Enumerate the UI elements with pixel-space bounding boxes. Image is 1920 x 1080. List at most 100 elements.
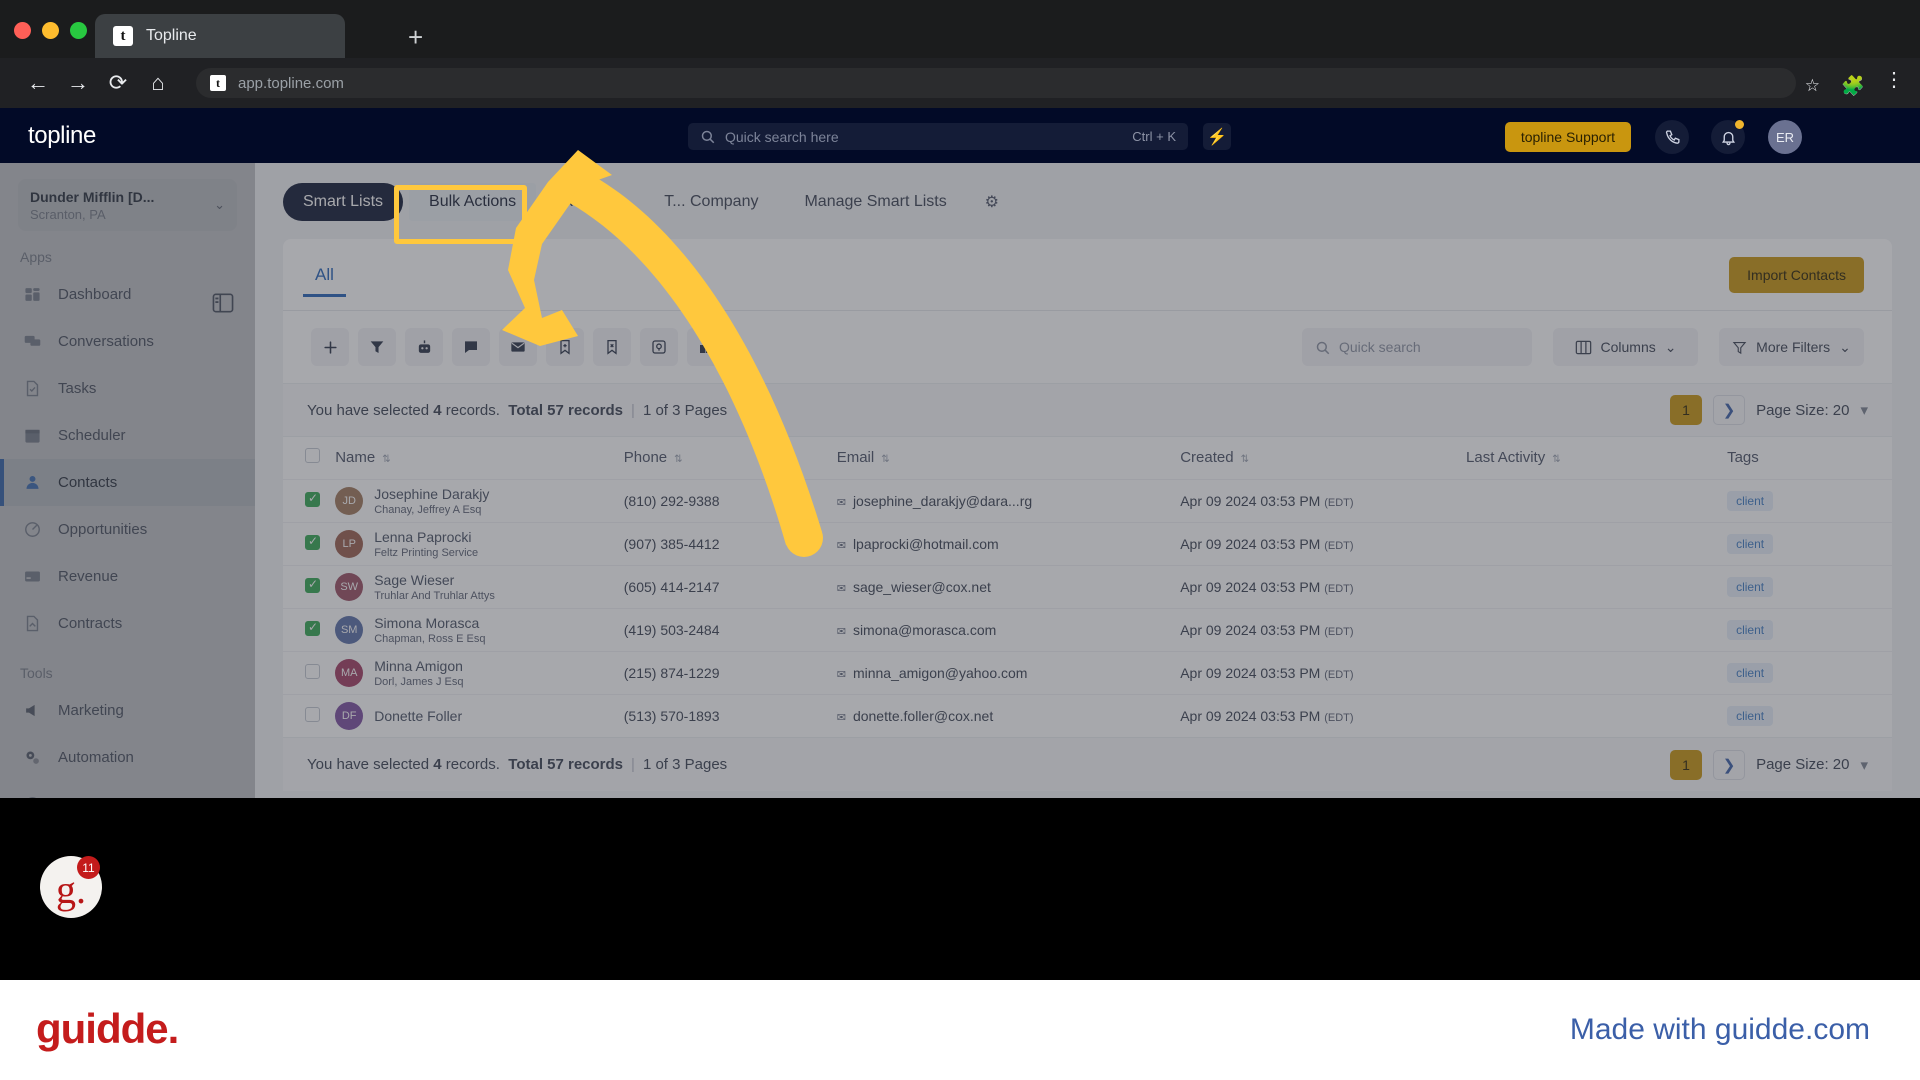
next-page-button[interactable]: ❯ xyxy=(1713,749,1746,780)
row-checkbox[interactable] xyxy=(305,706,320,722)
dashboard-icon xyxy=(22,285,42,305)
table-row[interactable]: SM Simona MorascaChapman, Ross E Esq (419)… xyxy=(283,607,1892,651)
row-checkbox[interactable] xyxy=(305,577,320,593)
column-header-email[interactable]: Email ⇅ xyxy=(837,437,1181,479)
table-row[interactable]: LP Lenna PaprockiFeltz Printing Service (9… xyxy=(283,521,1892,565)
row-checkbox[interactable] xyxy=(305,620,320,636)
row-select-cell[interactable] xyxy=(283,564,336,608)
row-checkbox[interactable] xyxy=(305,491,320,507)
app-logo[interactable]: topline xyxy=(28,122,96,150)
sidebar-item-scheduler[interactable]: Scheduler xyxy=(0,412,255,459)
sidebar-item-automation[interactable]: Automation xyxy=(0,734,255,781)
more-filters-button[interactable]: More Filters ⌄ xyxy=(1719,328,1864,366)
export-icon[interactable] xyxy=(640,328,678,366)
bot-icon[interactable] xyxy=(405,328,443,366)
add-icon[interactable] xyxy=(311,328,349,366)
tab-bulk-actions[interactable]: Bulk Actions xyxy=(409,183,537,221)
select-all-checkbox[interactable] xyxy=(305,448,320,464)
row-name-cell[interactable]: MA Minna Amigon Dorl, James J Esq xyxy=(335,650,624,694)
window-controls[interactable] xyxy=(14,22,87,39)
add-tag-icon[interactable] xyxy=(546,328,584,366)
collapse-sidebar-icon[interactable] xyxy=(212,293,234,313)
page-size-label[interactable]: Page Size: 20 xyxy=(1756,402,1849,419)
table-row[interactable]: DF Donette Foller (513) 570-1893 ✉ donette.f… xyxy=(283,693,1892,737)
import-contacts-button[interactable]: Import Contacts xyxy=(1729,256,1864,293)
forward-icon[interactable]: → xyxy=(58,70,98,96)
organization-switcher[interactable]: Dunder Mifflin [D... Scranton, PA ⌄ xyxy=(18,179,237,231)
sidebar-item-revenue[interactable]: Revenue xyxy=(0,553,255,600)
row-select-cell[interactable] xyxy=(283,693,336,737)
sort-icon[interactable]: ⇅ xyxy=(1241,455,1249,465)
sort-icon[interactable]: ⇅ xyxy=(674,455,682,465)
quick-actions-bolt-icon[interactable]: ⚡ xyxy=(1203,123,1231,150)
row-select-cell[interactable] xyxy=(283,650,336,694)
column-header-name[interactable]: Name ⇅ xyxy=(335,437,624,479)
page-1-button[interactable]: 1 xyxy=(1670,395,1703,425)
contact-company: Chanay, Jeffrey A Esq xyxy=(374,503,482,516)
column-header-tags[interactable]: Tags xyxy=(1727,437,1892,479)
back-icon[interactable]: ← xyxy=(18,70,58,96)
minimize-window-button[interactable] xyxy=(42,22,59,39)
tab-manage-smart-lists[interactable]: Manage Smart Lists xyxy=(784,183,966,221)
select-all-header[interactable] xyxy=(283,437,335,479)
page-size-label[interactable]: Page Size: 20 xyxy=(1756,756,1849,773)
column-header-last-activity[interactable]: Last Activity ⇅ xyxy=(1466,437,1727,479)
table-row[interactable]: SW Sage WieserTruhlar And Truhlar Attys (6… xyxy=(283,564,1892,608)
address-bar[interactable]: t app.topline.com xyxy=(196,68,1796,98)
close-window-button[interactable] xyxy=(14,22,31,39)
column-header-created[interactable]: Created ⇅ xyxy=(1180,437,1466,479)
reload-icon[interactable]: ⟳ xyxy=(98,70,138,96)
row-select-cell[interactable] xyxy=(283,478,336,522)
maximize-window-button[interactable] xyxy=(70,22,87,39)
page-1-button[interactable]: 1 xyxy=(1670,749,1703,780)
browser-menu-icon[interactable]: ⋮ xyxy=(1884,70,1904,90)
sidebar-item-sites[interactable]: Sites xyxy=(0,781,255,798)
row-checkbox[interactable] xyxy=(305,534,320,550)
sort-icon[interactable]: ⇅ xyxy=(1552,455,1560,465)
guidde-widget[interactable]: g. 11 xyxy=(40,856,102,918)
sidebar-item-marketing[interactable]: Marketing xyxy=(0,687,255,734)
sms-icon[interactable] xyxy=(452,328,490,366)
row-select-cell[interactable] xyxy=(283,521,336,565)
sidebar-item-conversations[interactable]: Conversations xyxy=(0,318,255,365)
global-search-input[interactable]: Quick search here Ctrl + K xyxy=(688,123,1188,150)
business-icon[interactable] xyxy=(687,328,725,366)
columns-button[interactable]: Columns ⌄ xyxy=(1553,328,1698,366)
browser-tab[interactable]: t Topline xyxy=(95,14,345,58)
row-select-cell[interactable] xyxy=(283,607,336,651)
sidebar-item-contracts[interactable]: Contracts xyxy=(0,600,255,647)
new-tab-button[interactable]: + xyxy=(408,24,423,50)
email-icon[interactable] xyxy=(499,328,537,366)
tab-restore[interactable]: Restore xyxy=(542,183,638,221)
tab-smart-lists[interactable]: Smart Lists xyxy=(283,183,404,221)
row-name-cell[interactable]: SW Sage Wieser Truhlar And Truhlar Attys xyxy=(335,564,624,608)
row-name-cell[interactable]: JD Josephine Darakjy Chanay, Jeffrey A Esq xyxy=(335,478,624,522)
sidebar-item-tasks[interactable]: Tasks xyxy=(0,365,255,412)
tabs-settings-gear-icon[interactable]: ⚙ xyxy=(973,183,1011,221)
phone-icon[interactable] xyxy=(1655,120,1689,154)
quick-search-input[interactable]: Quick search xyxy=(1302,328,1532,366)
user-avatar[interactable]: ER xyxy=(1768,120,1802,154)
row-checkbox[interactable] xyxy=(305,663,320,679)
home-icon[interactable]: ⌂ xyxy=(138,70,178,96)
page-size-caret-icon[interactable]: ▾ xyxy=(1860,401,1868,419)
filter-icon[interactable] xyxy=(358,328,396,366)
sidebar-item-contacts[interactable]: Contacts xyxy=(0,459,255,506)
table-row[interactable]: MA Minna Amigon Dorl, James J Esq (215) 874… xyxy=(283,650,1892,694)
support-button[interactable]: topline Support xyxy=(1504,122,1631,152)
remove-tag-icon[interactable] xyxy=(593,328,631,366)
table-row[interactable]: JD Josephine DarakjyChanay, Jeffrey A Esq… xyxy=(283,478,1892,522)
row-name-cell[interactable]: DF Donette Foller xyxy=(335,693,624,737)
sidebar-item-opportunities[interactable]: Opportunities xyxy=(0,506,255,553)
page-size-caret-icon[interactable]: ▾ xyxy=(1860,756,1868,774)
tab-company[interactable]: T... Company xyxy=(644,183,778,221)
column-header-phone[interactable]: Phone ⇅ xyxy=(624,437,837,479)
row-name-cell[interactable]: LP Lenna Paprocki Feltz Printing Service xyxy=(335,521,624,565)
next-page-button[interactable]: ❯ xyxy=(1713,395,1746,425)
sort-icon[interactable]: ⇅ xyxy=(881,455,889,465)
extensions-icon[interactable]: 🧩 xyxy=(1841,74,1865,98)
bookmark-star-icon[interactable]: ☆ xyxy=(1805,76,1820,96)
sort-icon[interactable]: ⇅ xyxy=(382,455,390,465)
row-name-cell[interactable]: SM Simona Morasca Chapman, Ross E Esq xyxy=(335,607,624,651)
tab-all[interactable]: All xyxy=(303,265,346,307)
